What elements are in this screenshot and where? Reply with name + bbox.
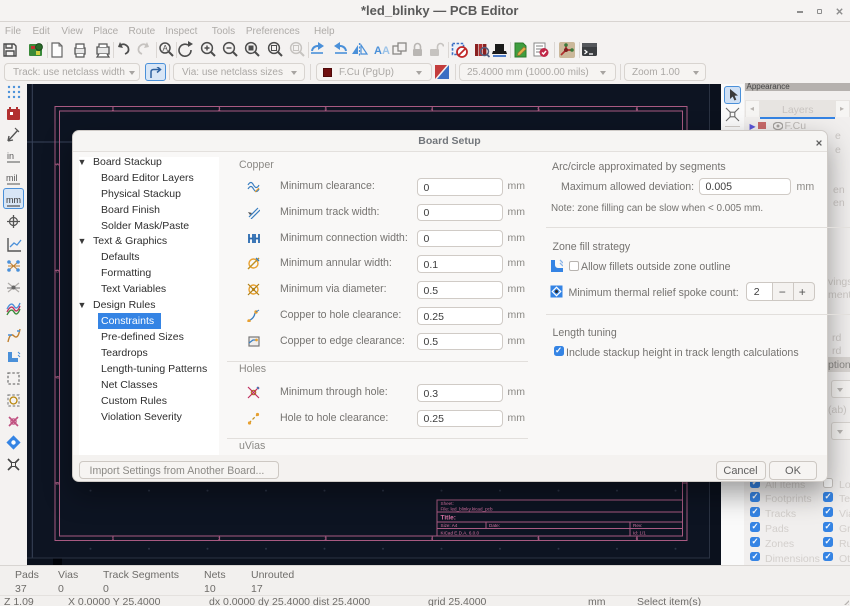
svg-text:Id: 1/1: Id: 1/1 [633, 531, 646, 536]
svg-text:in: in [7, 151, 14, 161]
svg-text:mm: mm [6, 195, 21, 205]
svg-text:mil: mil [6, 173, 18, 183]
svg-text:A: A [56, 162, 59, 167]
svg-text:File: led_blinky.kicad_pcb: File: led_blinky.kicad_pcb [441, 507, 493, 512]
svg-text:A: A [374, 45, 382, 57]
svg-text:KiCad E.D.A. 6.0.0: KiCad E.D.A. 6.0.0 [441, 531, 480, 536]
svg-text:Sheet:: Sheet: [441, 501, 454, 506]
svg-text:A: A [382, 45, 390, 57]
svg-text:B: B [56, 269, 59, 274]
svg-text:Size: A4: Size: A4 [441, 523, 458, 528]
svg-text:Date:: Date: [489, 523, 500, 528]
svg-text:A: A [163, 44, 169, 53]
svg-text:Rev:: Rev: [633, 523, 642, 528]
svg-text:Title:: Title: [441, 515, 456, 522]
